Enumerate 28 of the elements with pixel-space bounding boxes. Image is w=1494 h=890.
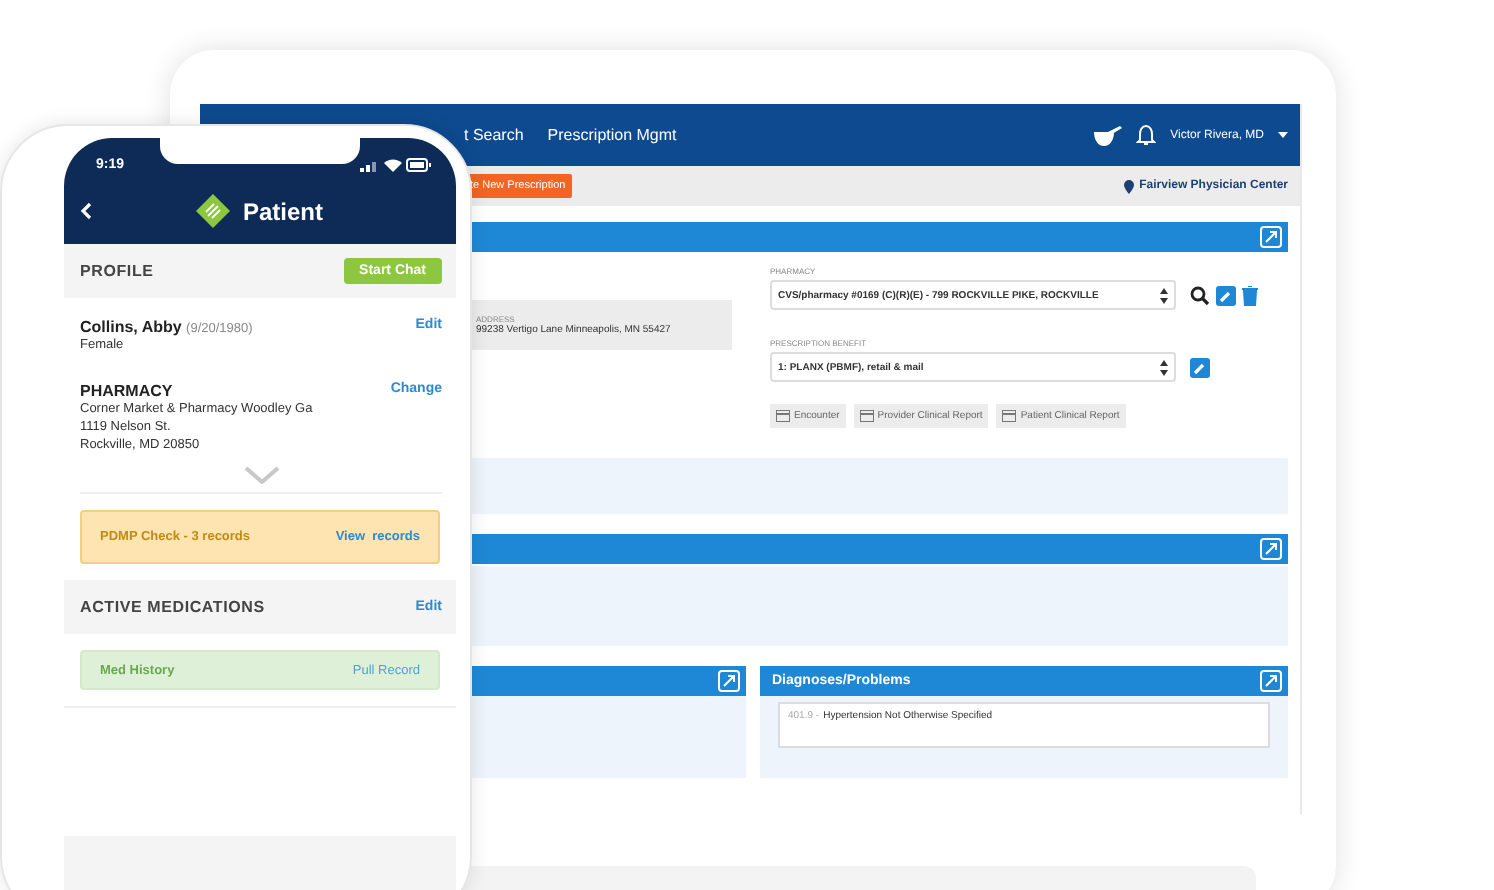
sort-icon: [1160, 287, 1168, 303]
nav-link[interactable]: Prescription Mgmt: [547, 126, 677, 144]
logo-icon: [196, 194, 231, 228]
calendar-icon: [776, 410, 790, 422]
signal-icon: [360, 157, 380, 171]
sort-icon: [1160, 359, 1168, 375]
pin-icon: [1123, 179, 1134, 193]
back-icon[interactable]: [80, 202, 92, 220]
pharmacy-heading: PHARMACY: [80, 382, 175, 400]
section-heading: PROFILE: [80, 262, 154, 280]
calendar-icon: [859, 410, 874, 422]
edit-icon[interactable]: [1216, 285, 1236, 305]
section-heading: ACTIVE MEDICATIONS: [80, 598, 265, 616]
screen-title: Patient: [242, 197, 323, 225]
edit-icon[interactable]: [1190, 357, 1210, 377]
nav-link[interactable]: t Search: [464, 126, 524, 144]
delete-icon[interactable]: [1242, 285, 1258, 305]
caret-icon: [1278, 132, 1288, 138]
bell-icon[interactable]: [1136, 124, 1157, 146]
expand-icon[interactable]: [1260, 226, 1282, 248]
wifi-icon: [384, 157, 402, 171]
calendar-icon: [1002, 410, 1017, 422]
expand-icon[interactable]: [1260, 670, 1282, 692]
bowl-icon[interactable]: [1094, 125, 1123, 145]
expand-icon[interactable]: [1260, 538, 1282, 560]
expand-icon[interactable]: [718, 670, 740, 692]
search-icon[interactable]: [1190, 285, 1210, 305]
battery-icon: [406, 157, 432, 171]
